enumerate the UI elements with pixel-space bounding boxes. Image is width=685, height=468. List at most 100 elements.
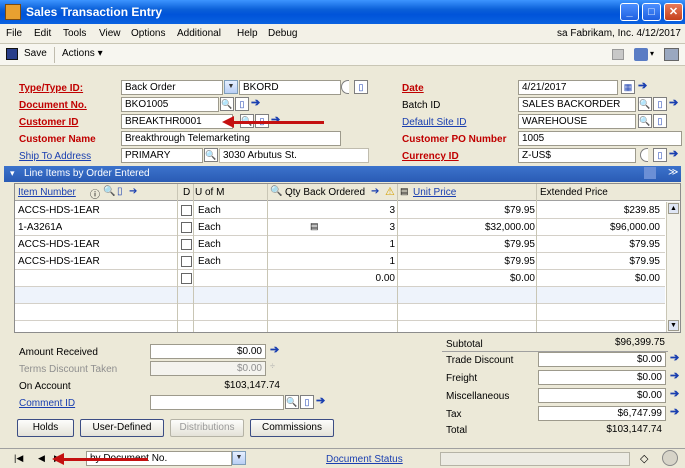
chevron-down-icon[interactable]: ▾ (650, 49, 654, 58)
calendar-icon[interactable]: ▦ (621, 80, 635, 94)
arrow-right-icon[interactable]: ➔ (669, 97, 679, 111)
note-icon[interactable]: ▯ (300, 395, 314, 409)
lookup-icon[interactable]: 🔍 (220, 97, 234, 111)
arrow-right-icon[interactable]: ➔ (129, 186, 137, 197)
type-id-label[interactable]: Type/Type ID: (19, 83, 83, 94)
grid-scrollbar[interactable]: ▲ ▼ (666, 202, 680, 332)
trade-discount-field[interactable]: $0.00 (538, 352, 666, 367)
lookup-icon[interactable]: 🔍 (285, 395, 299, 409)
document-no-label[interactable]: Document No. (19, 100, 87, 111)
col-unit-price[interactable]: Unit Price (413, 187, 456, 198)
arrow-right-icon[interactable]: ➔ (316, 395, 326, 409)
grid-zoom-icon[interactable] (644, 167, 656, 179)
arrow-right-icon[interactable]: ➔ (371, 186, 379, 197)
row-item[interactable]: ACCS-HDS-1EAR (18, 256, 100, 267)
menu-file[interactable]: File (6, 28, 22, 39)
miscellaneous-field[interactable]: $0.00 (538, 388, 666, 403)
lookup-icon[interactable]: 🔍 (638, 114, 652, 128)
table-row[interactable]: ACCS-HDS-1EAR Each 3 $79.95 $239.85 (15, 202, 665, 219)
row-qty[interactable]: 1 (295, 256, 395, 267)
row-uom[interactable]: Each (198, 222, 221, 233)
actions-button[interactable]: Actions ▾ (62, 48, 103, 59)
arrow-right-icon[interactable]: ➔ (270, 344, 280, 358)
previous-record-icon[interactable]: ◀ (38, 453, 45, 464)
table-row[interactable] (15, 304, 665, 321)
scroll-down-icon[interactable]: ▼ (668, 320, 679, 331)
collapse-icon[interactable]: ▾ (10, 168, 15, 179)
type-id-field[interactable]: BKORD (239, 80, 341, 95)
customer-id-field[interactable]: BREAKTHR0001 (121, 114, 233, 129)
note-icon[interactable]: ▯ (653, 148, 667, 162)
expand-icon[interactable]: ≫ (668, 167, 678, 178)
menu-help[interactable]: Help (237, 28, 258, 39)
close-button[interactable]: ✕ (664, 3, 683, 21)
type-dropdown-icon[interactable]: ▼ (224, 80, 238, 94)
currency-id-label[interactable]: Currency ID (402, 151, 459, 162)
ship-to-code-field[interactable]: PRIMARY (121, 148, 203, 163)
note-icon[interactable] (612, 49, 624, 60)
attachment-icon[interactable]: ◇ (640, 452, 648, 465)
date-field[interactable]: 4/21/2017 (518, 80, 618, 95)
arrow-right-icon[interactable]: ➔ (669, 148, 679, 162)
arrow-right-icon[interactable]: ➔ (251, 97, 261, 111)
arrow-right-icon[interactable]: ➔ (670, 388, 680, 402)
arrow-right-icon[interactable]: ➔ (670, 352, 680, 366)
row-checkbox[interactable] (181, 273, 192, 284)
note-icon[interactable]: ▯ (354, 80, 368, 94)
row-qty[interactable]: 3 (295, 205, 395, 216)
save-icon[interactable] (6, 48, 18, 60)
batch-id-field[interactable]: SALES BACKORDER (518, 97, 636, 112)
lookup-icon[interactable]: 🔍 (270, 186, 282, 197)
row-unit-price[interactable]: $79.95 (415, 256, 535, 267)
row-qty[interactable]: 3 (295, 222, 395, 233)
menu-debug[interactable]: Debug (268, 28, 297, 39)
scroll-up-icon[interactable]: ▲ (668, 203, 679, 214)
table-row[interactable]: 1-A3261A Each ▤ 3 $32,000.00 $96,000.00 (15, 219, 665, 236)
info-icon[interactable]: ⓘ (90, 186, 100, 201)
arrow-right-icon[interactable]: ➔ (670, 370, 680, 384)
holds-button[interactable]: Holds (17, 419, 74, 437)
table-row[interactable]: 0.00 $0.00 $0.00 (15, 270, 665, 287)
comment-id-link[interactable]: Comment ID (19, 398, 75, 409)
row-qty[interactable]: 1 (295, 239, 395, 250)
lookup-icon[interactable]: 🔍 (103, 186, 115, 197)
menu-edit[interactable]: Edit (34, 28, 51, 39)
go-to-icon[interactable] (634, 48, 648, 61)
currency-id-field[interactable]: Z-US$ (518, 148, 636, 163)
amount-received-field[interactable]: $0.00 (150, 344, 266, 359)
row-unit-price[interactable]: $32,000.00 (415, 222, 535, 233)
comment-id-field[interactable] (150, 395, 284, 410)
freight-field[interactable]: $0.00 (538, 370, 666, 385)
row-item[interactable]: ACCS-HDS-1EAR (18, 239, 100, 250)
row-unit-price[interactable]: $79.95 (415, 205, 535, 216)
note-icon[interactable]: ▯ (653, 97, 667, 111)
row-checkbox[interactable] (181, 239, 192, 250)
customer-name-field[interactable]: Breakthrough Telemarketing (121, 131, 341, 146)
row-checkbox[interactable] (181, 222, 192, 233)
default-site-id-field[interactable]: WAREHOUSE (518, 114, 636, 129)
clear-icon[interactable] (640, 148, 648, 162)
note-icon[interactable]: ▯ (117, 186, 123, 197)
maximize-button[interactable]: □ (642, 3, 661, 21)
date-label[interactable]: Date (402, 83, 424, 94)
row-unit-price[interactable]: $79.95 (415, 239, 535, 250)
type-select[interactable]: Back Order (121, 80, 223, 95)
table-row[interactable] (15, 287, 665, 304)
lookup-icon[interactable]: 🔍 (204, 148, 218, 162)
list-icon[interactable]: ▤ (400, 186, 409, 197)
row-uom[interactable]: Each (198, 205, 221, 216)
warning-icon[interactable]: ⚠ (385, 185, 395, 198)
first-record-icon[interactable]: |◀ (14, 453, 23, 464)
arrow-right-icon[interactable]: ➔ (670, 406, 680, 420)
document-no-field[interactable]: BKO1005 (121, 97, 219, 112)
user-defined-button[interactable]: User-Defined (80, 419, 164, 437)
tax-field[interactable]: $6,747.99 (538, 406, 666, 421)
document-status-link[interactable]: Document Status (326, 454, 403, 465)
row-item[interactable]: 1-A3261A (18, 222, 62, 233)
row-uom[interactable]: Each (198, 239, 221, 250)
note-icon[interactable]: ▯ (653, 114, 667, 128)
ship-to-address-link[interactable]: Ship To Address (19, 151, 91, 162)
menu-view[interactable]: View (99, 28, 121, 39)
row-checkbox[interactable] (181, 205, 192, 216)
default-site-id-link[interactable]: Default Site ID (402, 117, 466, 128)
